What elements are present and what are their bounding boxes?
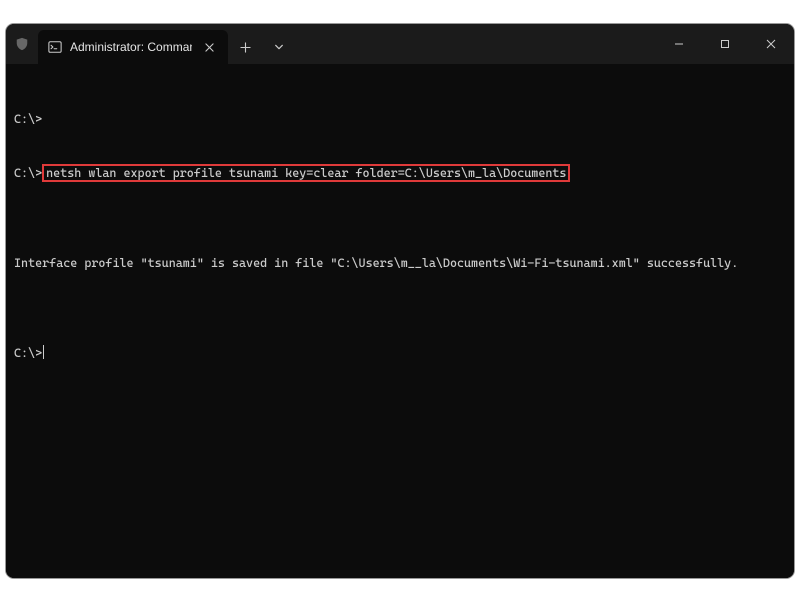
prompt-line: C:\> <box>14 344 786 362</box>
window-controls <box>656 24 794 64</box>
prompt: C:\> <box>14 112 42 126</box>
command-line: C:\>netsh wlan export profile tsunami ke… <box>14 164 786 182</box>
output-line: Interface profile "tsunami" is saved in … <box>14 254 786 272</box>
prompt: C:\> <box>14 346 42 360</box>
text-cursor <box>43 345 44 359</box>
titlebar[interactable]: Administrator: Command Pro <box>6 24 794 64</box>
prompt: C:\> <box>14 166 42 180</box>
cmd-icon <box>48 40 62 54</box>
titlebar-drag-region[interactable] <box>296 24 656 64</box>
uac-shield-icon <box>6 24 38 64</box>
close-button[interactable] <box>748 24 794 64</box>
highlighted-command: netsh wlan export profile tsunami key=cl… <box>42 164 570 182</box>
new-tab-button[interactable] <box>228 30 262 64</box>
terminal-output[interactable]: C:\> C:\>netsh wlan export profile tsuna… <box>6 64 794 578</box>
tab-title: Administrator: Command Pro <box>70 40 192 54</box>
tab-close-button[interactable] <box>200 38 218 56</box>
terminal-window: Administrator: Command Pro C:\> C:\> <box>6 24 794 578</box>
prompt-line: C:\> <box>14 110 786 128</box>
minimize-button[interactable] <box>656 24 702 64</box>
tab-dropdown-button[interactable] <box>262 30 296 64</box>
maximize-button[interactable] <box>702 24 748 64</box>
tab-active[interactable]: Administrator: Command Pro <box>38 30 228 64</box>
